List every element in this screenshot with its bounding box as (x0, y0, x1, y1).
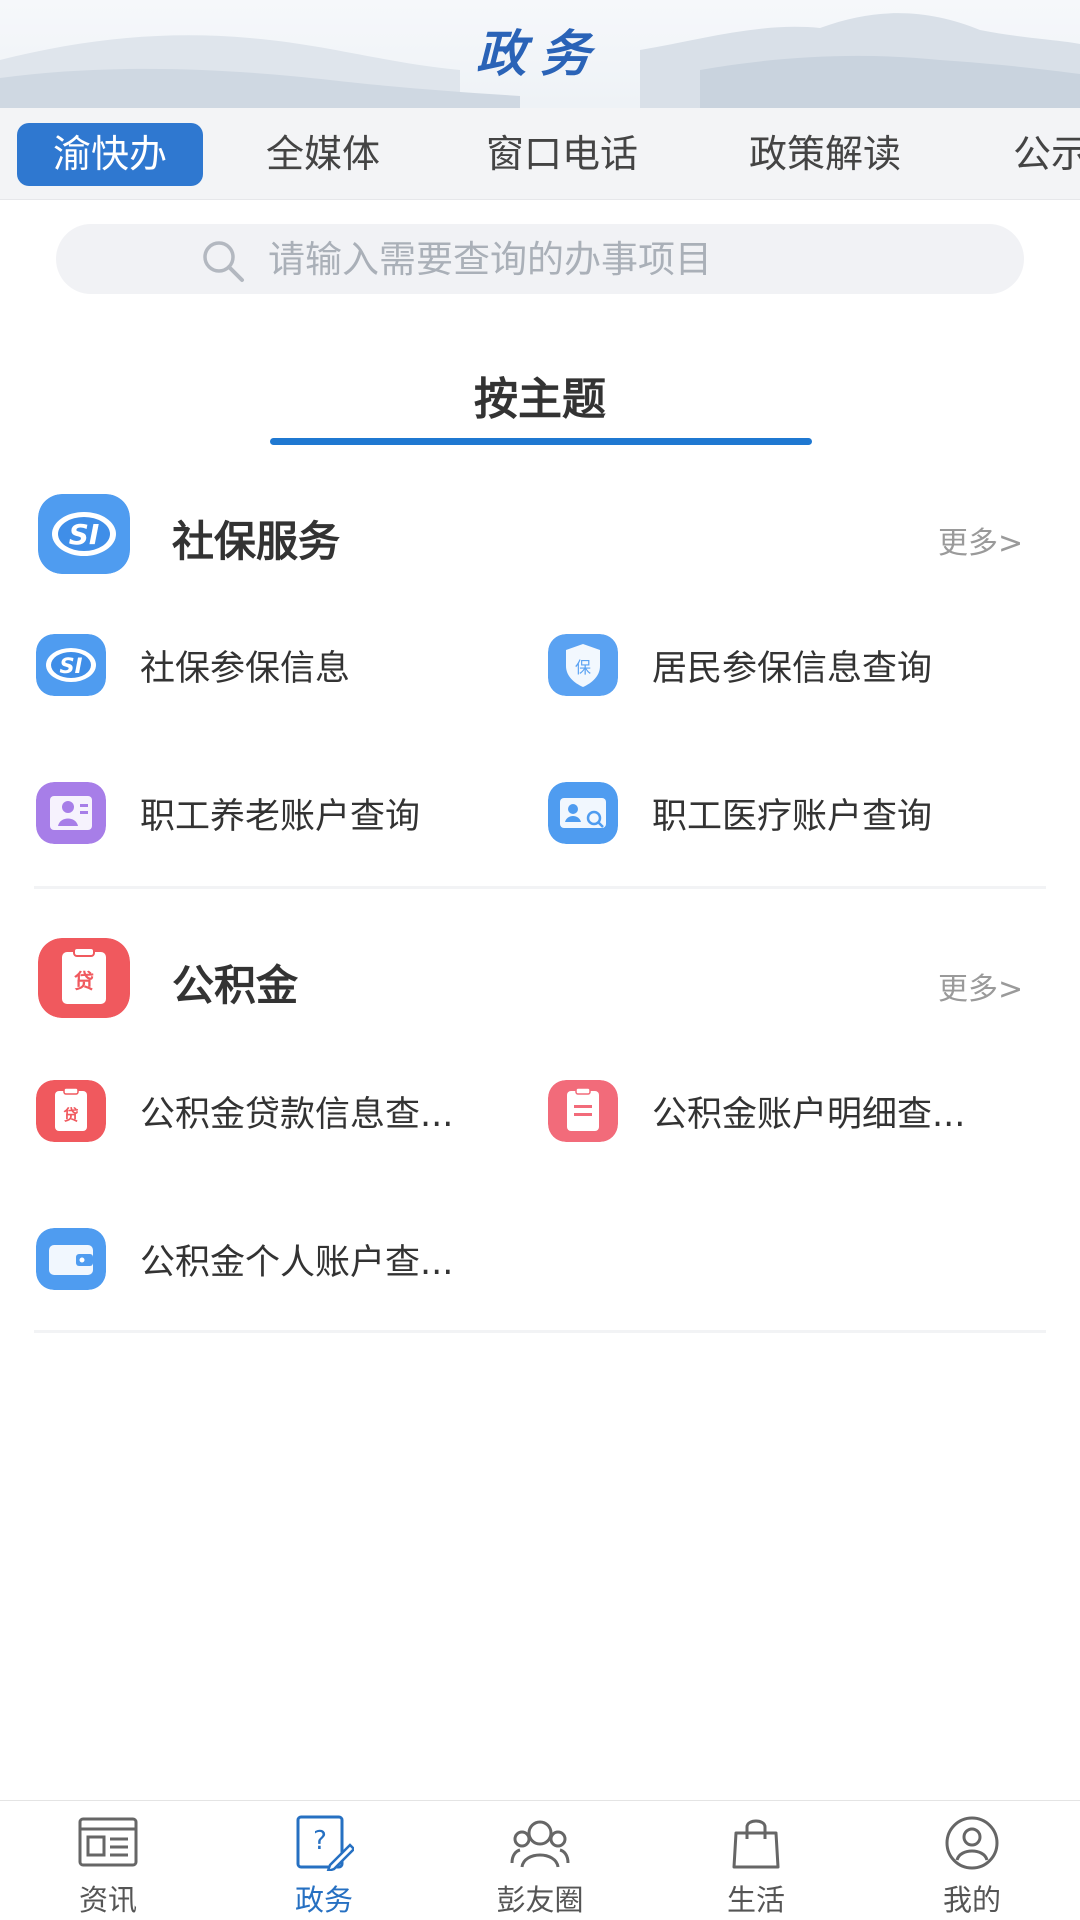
tab-yukuaiban[interactable]: 渝快办 (17, 123, 203, 186)
shopping-bag-icon (732, 1819, 780, 1869)
search-icon (203, 241, 244, 282)
nav-label: 资讯 (78, 1883, 137, 1917)
service-item-label: 公积金贷款信息查... (140, 1095, 454, 1135)
tab-by-topic[interactable]: 按主题 (0, 363, 1080, 427)
nav-item-friends-circle[interactable]: 彭友圈 (432, 1801, 648, 1920)
tab-policy-interpretation[interactable]: 政策解读 (749, 123, 901, 186)
loan-clipboard-icon: 贷 (38, 938, 130, 1018)
search-bar[interactable] (56, 224, 1024, 294)
account-detail-icon (548, 1080, 618, 1142)
svg-text:贷: 贷 (74, 969, 94, 993)
social-security-icon: SI (38, 494, 130, 574)
elderly-account-icon (36, 782, 106, 844)
government-affairs-icon: ? (296, 1815, 354, 1871)
svg-text:SI: SI (60, 654, 83, 678)
nav-item-news[interactable]: 资讯 (0, 1801, 216, 1920)
search-input[interactable] (268, 224, 968, 294)
nav-item-profile[interactable]: 我的 (864, 1801, 1080, 1920)
social-security-icon: SI (36, 634, 106, 696)
svg-text:?: ? (313, 1826, 327, 1856)
category-tab-bar: 渝快办 全媒体 窗口电话 政策解读 公示 (0, 108, 1080, 200)
nav-label: 生活 (726, 1883, 785, 1917)
svg-text:保: 保 (575, 658, 591, 677)
loan-clipboard-icon: 贷 (36, 1080, 106, 1142)
medical-card-icon (548, 782, 618, 844)
service-item-fund-loan-query[interactable]: 贷 公积金贷款信息查... (36, 1080, 506, 1150)
category-title-social-security: 社保服务 (172, 517, 341, 566)
app-header: 政务 (0, 0, 1080, 108)
service-item-pension-account-query[interactable]: 职工养老账户查询 (36, 782, 476, 852)
more-link-housing-fund[interactable]: 更多> (938, 964, 1023, 1008)
page-title: 政务 (476, 24, 604, 83)
service-item-label: 公积金账户明细查... (652, 1095, 966, 1135)
svg-text:SI: SI (69, 518, 100, 551)
tab-public-notice[interactable]: 公示 (1013, 123, 1080, 186)
service-item-medical-account-query[interactable]: 职工医疗账户查询 (548, 782, 1028, 852)
service-item-label: 社保参保信息 (140, 649, 351, 689)
service-item-social-security-info[interactable]: SI 社保参保信息 (36, 634, 476, 704)
service-item-fund-account-detail-query[interactable]: 公积金账户明细查... (548, 1080, 1028, 1150)
more-link-social-security[interactable]: 更多> (938, 518, 1023, 562)
nav-label: 政务 (294, 1883, 353, 1917)
nav-item-government-affairs[interactable]: ? 政务 (216, 1801, 432, 1920)
news-icon (78, 1817, 138, 1867)
nav-label: 我的 (942, 1883, 1001, 1917)
profile-icon (945, 1816, 999, 1870)
active-tab-underline (270, 438, 812, 445)
category-title-housing-fund: 公积金 (172, 961, 299, 1010)
section-divider (34, 886, 1046, 889)
service-item-resident-insurance-query[interactable]: 保 居民参保信息查询 (548, 634, 1028, 704)
service-item-label: 职工养老账户查询 (140, 797, 421, 837)
nav-label: 彭友圈 (496, 1883, 584, 1917)
nav-item-life[interactable]: 生活 (648, 1801, 864, 1920)
service-item-label: 职工医疗账户查询 (652, 797, 933, 837)
svg-text:贷: 贷 (63, 1106, 78, 1124)
bottom-navigation: 资讯 ? 政务 彭友圈 生活 我的 (0, 1800, 1080, 1920)
service-item-fund-personal-account-query[interactable]: 公积金个人账户查... (36, 1228, 506, 1298)
tab-all-media[interactable]: 全媒体 (266, 123, 380, 186)
service-item-label: 居民参保信息查询 (652, 649, 933, 689)
tab-window-phone[interactable]: 窗口电话 (486, 123, 638, 186)
service-item-label: 公积金个人账户查... (140, 1243, 454, 1283)
wallet-icon (36, 1228, 106, 1290)
insurance-shield-icon: 保 (548, 634, 618, 696)
section-divider (34, 1330, 1046, 1333)
friends-circle-icon (510, 1820, 570, 1868)
